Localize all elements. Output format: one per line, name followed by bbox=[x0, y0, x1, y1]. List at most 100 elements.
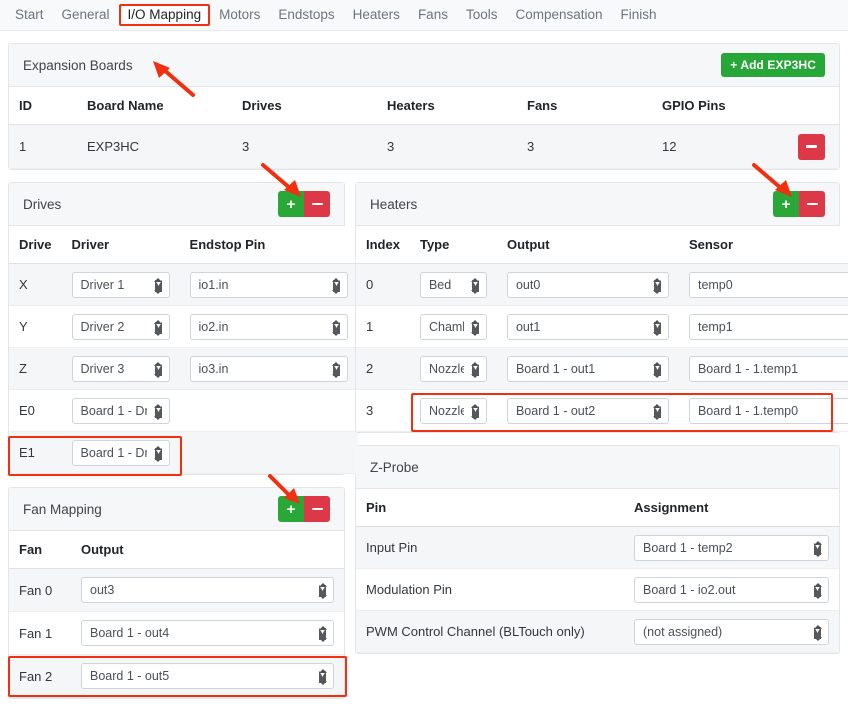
heater-2-sensor-select[interactable]: Board 1 - 1.temp1 bbox=[688, 355, 848, 382]
column-header-output: Output bbox=[71, 531, 344, 569]
remove-drive-button[interactable] bbox=[304, 191, 330, 217]
drive-y-driver-select[interactable]: Driver 2 bbox=[71, 313, 170, 340]
fan-0-output-select[interactable]: out3 bbox=[81, 577, 334, 603]
table-row: Input Pin Board 1 - temp2 bbox=[356, 526, 839, 569]
drive-e1-driver-select[interactable]: Board 1 - Driv bbox=[71, 439, 170, 466]
column-header-endstop-pin: Endstop Pin bbox=[179, 226, 358, 264]
add-drive-button[interactable]: + bbox=[278, 191, 304, 217]
add-fan-button[interactable]: + bbox=[278, 496, 304, 522]
table-row: 2 Nozzle Board 1 - out1 Board 1 - 1.temp… bbox=[356, 347, 848, 390]
chevron-updown-icon bbox=[154, 361, 163, 378]
drive-z-driver-select[interactable]: Driver 3 bbox=[71, 355, 170, 382]
cell-probe-pin: PWM Control Channel (BLTouch only) bbox=[356, 610, 624, 653]
minus-icon bbox=[311, 202, 323, 206]
expansion-boards-title: Expansion Boards bbox=[23, 57, 133, 73]
nav-item-finish[interactable]: Finish bbox=[612, 4, 666, 26]
nav-item-tools[interactable]: Tools bbox=[457, 4, 507, 26]
z-probe-modulation-pin-select[interactable]: Board 1 - io2.out bbox=[634, 576, 829, 603]
heater-3-output-select[interactable]: Board 1 - out2 bbox=[506, 397, 669, 424]
heater-1-type-select[interactable]: Chambe bbox=[419, 313, 487, 340]
heater-1-sensor-select[interactable]: temp1 bbox=[688, 313, 848, 340]
heater-3-sensor-select[interactable]: Board 1 - 1.temp0 bbox=[688, 397, 848, 424]
z-probe-input-pin-select[interactable]: Board 1 - temp2 bbox=[634, 534, 829, 561]
heaters-actions: + bbox=[773, 191, 825, 217]
nav-item-general[interactable]: General bbox=[53, 4, 119, 26]
remove-fan-button[interactable] bbox=[304, 496, 330, 522]
cell-heater-output: out1 bbox=[496, 305, 679, 348]
drive-x-driver-select[interactable]: Driver 1 bbox=[71, 271, 170, 298]
heater-0-output-select[interactable]: out0 bbox=[506, 271, 669, 298]
heater-0-type-select[interactable]: Bed bbox=[419, 271, 487, 298]
drives-table: Drive Driver Endstop Pin X Driver 1 io1.… bbox=[9, 226, 358, 474]
table-header-row: Pin Assignment bbox=[356, 489, 839, 527]
nav-item-heaters[interactable]: Heaters bbox=[344, 4, 409, 26]
heater-3-type-select[interactable]: Nozzle bbox=[419, 397, 487, 424]
add-heater-button[interactable]: + bbox=[773, 191, 799, 217]
cell-heater-type: Chambe bbox=[409, 305, 497, 348]
nav-item-fans[interactable]: Fans bbox=[409, 4, 457, 26]
cell-board-heaters: 3 bbox=[377, 124, 517, 169]
nav-item-endstops[interactable]: Endstops bbox=[269, 4, 343, 26]
cell-drive-endstop: io3.in bbox=[179, 347, 358, 390]
cell-drive-label: Y bbox=[9, 305, 62, 348]
table-header-row: Index Type Output Sensor bbox=[356, 226, 848, 264]
column-header-drive: Drive bbox=[9, 226, 62, 264]
cell-fan-label: Fan 2 bbox=[9, 654, 71, 698]
cell-fan-output: out3 bbox=[71, 568, 344, 612]
right-column: Heaters + Index Type Output Sensor 0 Bed… bbox=[355, 163, 848, 654]
nav-item-compensation[interactable]: Compensation bbox=[506, 4, 611, 26]
chevron-updown-icon bbox=[332, 361, 341, 378]
column-header-type: Type bbox=[409, 226, 497, 264]
expansion-boards-header: Expansion Boards + Add EXP3HC bbox=[9, 44, 839, 87]
cell-board-drives: 3 bbox=[232, 124, 377, 169]
drive-x-endstop-select[interactable]: io1.in bbox=[189, 271, 348, 298]
plus-icon: + bbox=[286, 500, 296, 518]
cell-heater-sensor: Board 1 - 1.temp0 bbox=[678, 389, 848, 432]
cell-heater-sensor: temp0 bbox=[678, 263, 848, 306]
chevron-updown-icon bbox=[653, 277, 662, 294]
column-header-id: ID bbox=[9, 87, 77, 125]
table-row: 3 Nozzle Board 1 - out2 Board 1 - 1.temp… bbox=[356, 389, 848, 432]
chevron-updown-icon bbox=[653, 361, 662, 378]
chevron-updown-icon bbox=[318, 669, 327, 685]
remove-heater-button[interactable] bbox=[799, 191, 825, 217]
heater-1-output-select[interactable]: out1 bbox=[506, 313, 669, 340]
cell-heater-type: Nozzle bbox=[409, 347, 497, 390]
cell-board-id: 1 bbox=[9, 124, 77, 169]
cell-drive-endstop: io2.in bbox=[179, 305, 358, 348]
add-exp3hc-button[interactable]: + Add EXP3HC bbox=[721, 52, 825, 78]
heaters-card: Heaters + Index Type Output Sensor 0 Bed… bbox=[355, 163, 848, 433]
chevron-updown-icon bbox=[318, 626, 327, 642]
delete-board-button[interactable] bbox=[798, 133, 825, 160]
table-row: Fan 0 out3 bbox=[9, 568, 344, 612]
column-header-sensor: Sensor bbox=[678, 226, 848, 264]
table-row: 1 Chambe out1 bbox=[356, 305, 848, 348]
cell-heater-index: 2 bbox=[356, 347, 410, 390]
cell-drive-driver: Board 1 - Driv bbox=[61, 431, 180, 474]
expansion-boards-table: ID Board Name Drives Heaters Fans GPIO P… bbox=[9, 87, 839, 169]
chevron-updown-icon bbox=[471, 361, 480, 378]
heater-2-output-select[interactable]: Board 1 - out1 bbox=[506, 355, 669, 382]
drive-z-endstop-select[interactable]: io3.in bbox=[189, 355, 348, 382]
nav-item-start[interactable]: Start bbox=[6, 4, 53, 26]
fan-1-output-select[interactable]: Board 1 - out4 bbox=[81, 620, 334, 646]
z-probe-pwm-channel-select[interactable]: (not assigned) bbox=[634, 618, 829, 645]
heater-0-sensor-select[interactable]: temp0 bbox=[688, 271, 848, 298]
column-header-output: Output bbox=[496, 226, 679, 264]
drive-e0-driver-select[interactable]: Board 1 - Driv bbox=[71, 397, 170, 424]
column-header-pin: Pin bbox=[356, 489, 624, 527]
drive-y-endstop-select[interactable]: io2.in bbox=[189, 313, 348, 340]
cell-drive-endstop: io1.in bbox=[179, 263, 358, 306]
chevron-updown-icon bbox=[332, 319, 341, 336]
nav-item-motors[interactable]: Motors bbox=[210, 4, 269, 26]
fan-2-output-select[interactable]: Board 1 - out5 bbox=[81, 663, 334, 689]
heater-2-type-select[interactable]: Nozzle bbox=[419, 355, 487, 382]
left-column: Drives + Drive Driver Endstop Pin X Driv… bbox=[8, 163, 358, 699]
fan-mapping-header: Fan Mapping + bbox=[9, 488, 344, 531]
table-header-row: Fan Output bbox=[9, 531, 344, 569]
nav-item-io-mapping[interactable]: I/O Mapping bbox=[118, 4, 211, 26]
table-row: 1 EXP3HC 3 3 3 12 bbox=[9, 124, 839, 169]
drives-card: Drives + Drive Driver Endstop Pin X Driv… bbox=[8, 163, 358, 476]
